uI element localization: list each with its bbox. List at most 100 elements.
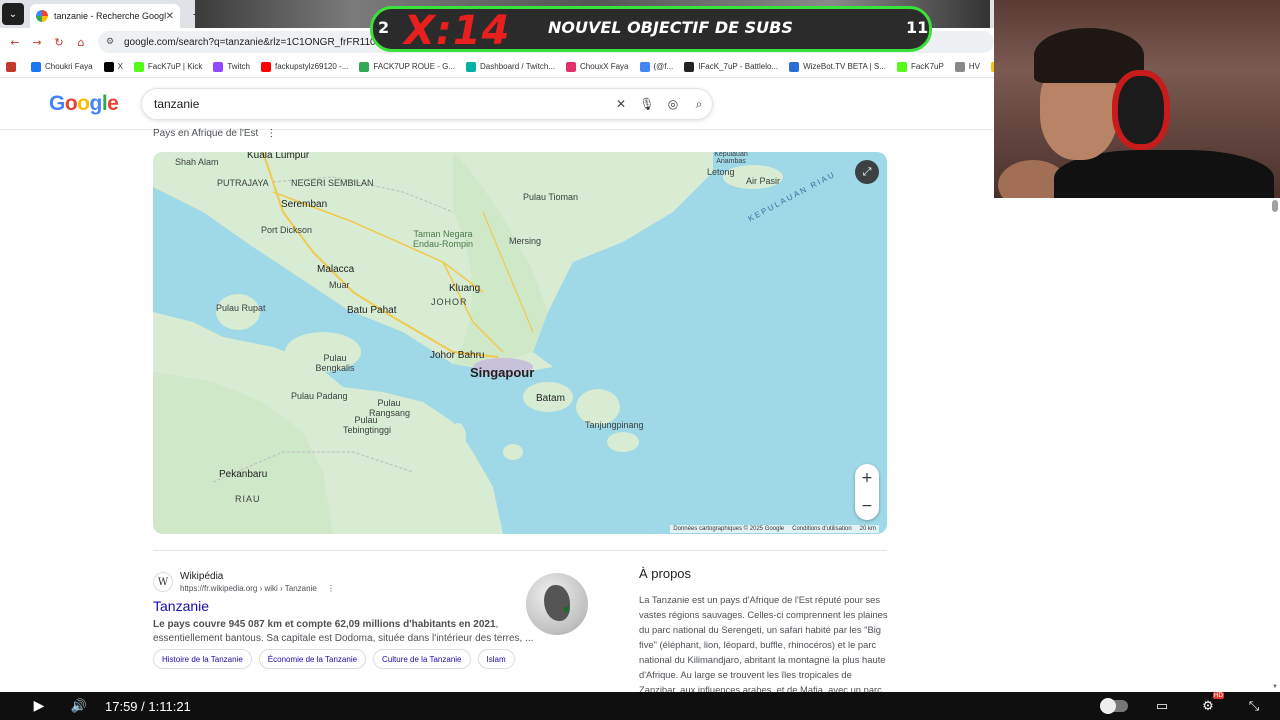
map-label: Pekanbaru (219, 469, 268, 480)
result-site-name[interactable]: Wikipédia (180, 571, 223, 582)
screen: ⌄ tanzanie - Recherche Google ✕ + ← → ↻ … (0, 0, 1280, 720)
map-label: Kuala Lumpur (247, 152, 310, 161)
fullscreen-map-icon[interactable]: ⤢ (855, 160, 879, 184)
bookmark-label: IFacK_7uP - Battlelo... (698, 62, 779, 71)
tab-search-icon[interactable]: ⌄ (2, 3, 24, 25)
map-label: Singapour (470, 365, 535, 380)
time-display: 17:59 / 1:11:21 (105, 698, 191, 714)
google-logo[interactable]: Google (49, 92, 119, 116)
logo-letter: e (107, 92, 119, 115)
scroll-down-arrow-icon[interactable]: ▼ (1272, 684, 1278, 690)
africa-shape (544, 585, 570, 621)
bookmark-item[interactable]: Dashboard / Twitch... (466, 61, 556, 72)
bookmark-favicon-icon (684, 61, 695, 72)
page-scrollbar[interactable] (1270, 198, 1280, 692)
bookmark-favicon-icon (789, 61, 800, 72)
bookmark-item[interactable]: FacK7uP (896, 61, 944, 72)
bookmark-favicon-icon (954, 61, 965, 72)
map-panel[interactable]: Shah Alam Kuala Lumpur PUTRAJAYA NEGERI … (153, 152, 887, 534)
map-terms-link[interactable]: Conditions d'utilisation (792, 526, 852, 532)
webcam-feed (994, 0, 1280, 198)
bookmark-label: fackupstylz69120 -... (275, 62, 349, 71)
zoom-out-button[interactable]: − (861, 498, 873, 514)
bookmark-favicon-icon (31, 61, 41, 72)
bookmark-item[interactable]: HV (954, 61, 980, 72)
volume-icon[interactable]: 🔊 (67, 694, 91, 718)
bookmark-label: FACK7UP ROUE - G... (373, 62, 456, 71)
map-label: Mersing (509, 236, 542, 246)
map-label: Muar (329, 280, 350, 290)
map-label: Port Dickson (261, 225, 313, 235)
result-snippet: Le pays couvre 945 087 km et compte 62,0… (153, 619, 498, 630)
sub-goal-count: 2 (378, 18, 390, 37)
logo-letter: o (77, 92, 90, 115)
map-label: Batu Pahat (347, 305, 397, 316)
bookmark-item[interactable]: FACK7UP ROUE - G... (359, 61, 456, 72)
search-input[interactable]: tanzanie (154, 97, 608, 111)
hd-badge: HD (1212, 692, 1224, 699)
exit-fullscreen-icon[interactable]: ⤡ (1242, 694, 1266, 718)
bookmark-label: ChouxX Faya (580, 62, 629, 71)
bookmark-label: X (117, 62, 123, 71)
autoplay-toggle[interactable] (1100, 698, 1128, 714)
reload-icon[interactable]: ↻ (48, 31, 70, 53)
clear-icon[interactable]: ✕ (608, 97, 634, 111)
map-zoom-control: + − (855, 464, 879, 520)
settings-icon[interactable]: ⚙ HD (1196, 692, 1224, 718)
bookmark-item[interactable]: fackupstylz69120 -... (261, 61, 349, 72)
globe-thumbnail[interactable] (526, 573, 588, 635)
logo-letter: o (64, 92, 78, 115)
site-info-icon[interactable]: ⚙ (106, 36, 118, 48)
play-icon[interactable]: ▶ (27, 694, 51, 718)
bookmark-favicon-icon (359, 61, 370, 72)
chip-culture[interactable]: Culture de la Tanzanie (373, 649, 471, 669)
bookmark-favicon-icon (639, 61, 650, 72)
sub-goal-x-label: X: (404, 8, 453, 54)
map-label: RIAU (235, 494, 261, 504)
scrollbar-thumb[interactable] (1272, 200, 1278, 212)
divider (153, 550, 887, 551)
back-icon[interactable]: ← (4, 31, 26, 53)
microphone-icon[interactable]: 🎙 (634, 97, 660, 111)
zoom-in-button[interactable]: + (861, 470, 873, 486)
result-url-text: https://fr.wikipedia.org › wiki › Tanzan… (180, 584, 317, 593)
chip-economie[interactable]: Économie de la Tanzanie (258, 649, 367, 669)
map-label: Pulau Tebingtinggi (343, 415, 392, 435)
bookmark-item[interactable]: Twitch (213, 61, 250, 72)
bookmark-item[interactable]: Choukri Faya (31, 61, 93, 72)
bookmark-item[interactable]: IFacK_7uP - Battlelo... (684, 61, 779, 72)
chip-histoire[interactable]: Histoire de la Tanzanie (153, 649, 252, 669)
bookmark-apps[interactable] (6, 61, 20, 72)
related-chips: Histoire de la Tanzanie Économie de la T… (153, 649, 515, 669)
result-menu-icon[interactable]: ⋮ (327, 584, 335, 593)
bookmark-item[interactable]: FacK7uP | Kick (133, 61, 202, 72)
google-favicon-icon (36, 10, 48, 22)
map-label: Letong (707, 167, 735, 177)
home-icon[interactable]: ⌂ (70, 31, 92, 53)
chip-islam[interactable]: Islam (477, 649, 515, 669)
apps-grid-icon (6, 61, 16, 72)
bookmark-item[interactable]: (@f... (639, 61, 673, 72)
bookmark-item[interactable]: ChouxX Faya (566, 61, 629, 72)
bookmark-item[interactable]: X (103, 61, 123, 72)
bookmark-list: Choukri Faya X FacK7uP | Kick Twitch fackups… (31, 61, 1037, 72)
more-options-icon[interactable]: ⋮ (266, 128, 276, 139)
search-box[interactable]: tanzanie ✕ 🎙 ◎ ⌕ (141, 88, 713, 120)
bookmark-item[interactable]: WizeBot.TV BETA | S... (789, 61, 886, 72)
bookmark-favicon-icon (261, 61, 271, 72)
result-title-link[interactable]: Tanzanie (153, 598, 209, 614)
lens-icon[interactable]: ◎ (660, 97, 686, 111)
map-label: Kluang (449, 283, 481, 294)
bookmark-favicon-icon (103, 61, 114, 72)
bookmark-label: FacK7uP (910, 62, 944, 71)
sub-goal-title: NOUVEL OBJECTIF DE SUBS (548, 18, 793, 37)
search-icon[interactable]: ⌕ (686, 97, 712, 112)
result-url[interactable]: https://fr.wikipedia.org › wiki › Tanzan… (180, 584, 335, 593)
tab-close-icon[interactable]: ✕ (166, 11, 174, 22)
url-text: google.com/search?q=tanzanie&rlz=1C1ONGR… (124, 36, 395, 48)
map-label: Johor Bahru (430, 350, 485, 361)
browser-tab[interactable]: tanzanie - Recherche Google ✕ (30, 4, 180, 28)
bookmark-label: Dashboard / Twitch... (480, 62, 556, 71)
forward-icon[interactable]: → (26, 31, 48, 53)
subtitles-icon[interactable]: ▭ (1150, 694, 1174, 718)
